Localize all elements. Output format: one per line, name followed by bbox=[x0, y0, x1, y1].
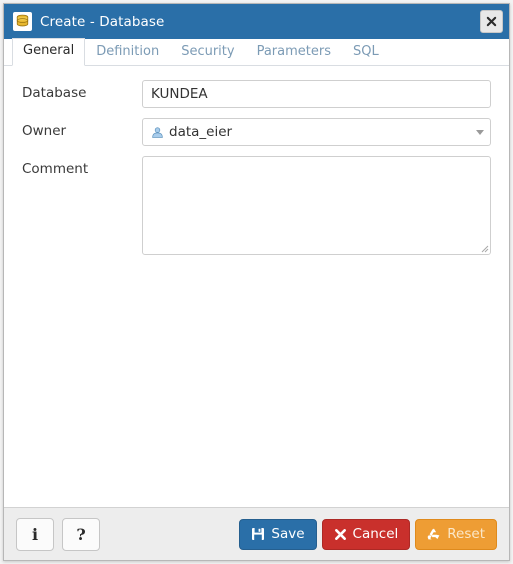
owner-value: data_eier bbox=[169, 124, 233, 140]
cancel-label: Cancel bbox=[352, 526, 399, 542]
tab-definition[interactable]: Definition bbox=[85, 39, 170, 66]
comment-field-row: Comment bbox=[22, 156, 491, 255]
save-button[interactable]: Save bbox=[239, 518, 317, 550]
owner-select[interactable]: data_eier bbox=[142, 118, 491, 146]
comment-textarea[interactable] bbox=[142, 156, 491, 255]
cancel-x-icon bbox=[334, 528, 347, 541]
chevron-down-icon[interactable] bbox=[476, 129, 484, 135]
database-field-row: Database bbox=[22, 80, 491, 108]
tab-security[interactable]: Security bbox=[170, 39, 245, 66]
reset-label: Reset bbox=[447, 526, 485, 542]
user-icon bbox=[151, 126, 164, 139]
general-tab-panel: Database Owner data_eier bbox=[4, 66, 509, 507]
dialog-title: Create - Database bbox=[40, 13, 165, 30]
reset-button[interactable]: Reset bbox=[415, 518, 497, 550]
tab-strip: General Definition Security Parameters S… bbox=[4, 38, 509, 66]
help-button[interactable]: ? bbox=[62, 517, 100, 551]
info-button[interactable]: i bbox=[16, 517, 54, 551]
tab-sql[interactable]: SQL bbox=[342, 39, 390, 66]
tab-parameters[interactable]: Parameters bbox=[246, 39, 342, 66]
dialog-footer: i ? Save Cancel Reset bbox=[4, 507, 509, 560]
close-icon[interactable] bbox=[480, 10, 503, 33]
database-icon bbox=[13, 12, 32, 31]
database-input[interactable] bbox=[142, 80, 491, 108]
dialog-titlebar: Create - Database bbox=[4, 4, 509, 39]
owner-field-row: Owner data_eier bbox=[22, 118, 491, 146]
comment-label: Comment bbox=[22, 161, 89, 177]
create-database-dialog: Create - Database General Definition Sec… bbox=[3, 3, 510, 561]
save-floppy-icon bbox=[251, 527, 265, 541]
tab-general[interactable]: General bbox=[12, 38, 86, 66]
owner-label: Owner bbox=[22, 123, 67, 139]
database-label: Database bbox=[22, 85, 87, 101]
save-label: Save bbox=[271, 526, 305, 542]
cancel-button[interactable]: Cancel bbox=[321, 518, 411, 550]
reset-recycle-icon bbox=[427, 527, 441, 541]
